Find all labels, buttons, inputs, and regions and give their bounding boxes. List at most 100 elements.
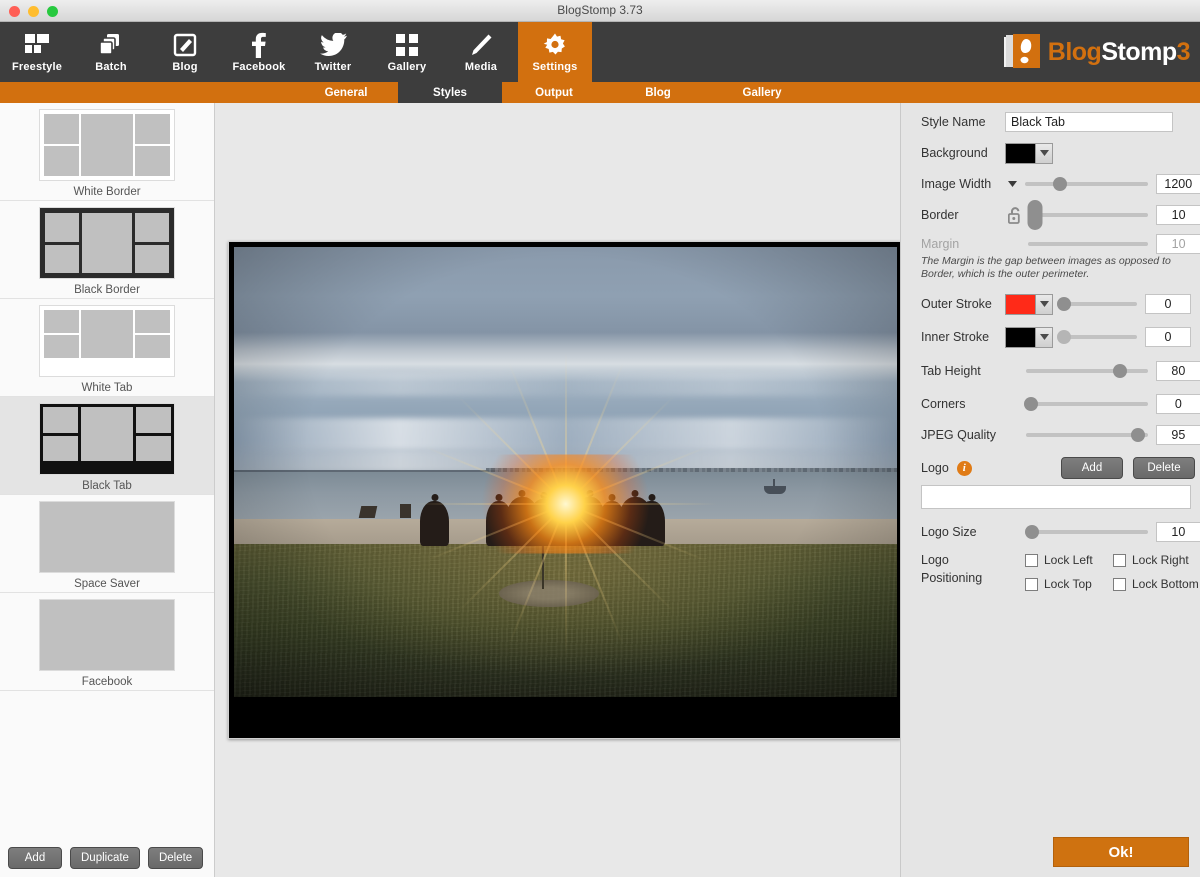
toolbar-item-label: Twitter — [314, 60, 352, 73]
slider-track — [1025, 369, 1148, 373]
logo-positioning-line2: Positioning — [921, 571, 983, 585]
open-padlock-icon[interactable] — [1003, 206, 1028, 225]
jpeg-quality-slider[interactable] — [1025, 428, 1148, 442]
slider-knob[interactable] — [1023, 397, 1038, 411]
toolbar-item-blog[interactable]: Blog — [148, 22, 222, 82]
lock-top-checkbox[interactable]: Lock Top — [1025, 577, 1092, 591]
toolbar-item-label: Blog — [172, 60, 198, 73]
tab-height-label: Tab Height — [921, 364, 981, 378]
preview-photo — [234, 247, 897, 697]
sub-nav-general[interactable]: General — [294, 82, 398, 103]
sub-nav-blog[interactable]: Blog — [606, 82, 710, 103]
logo-add-button[interactable]: Add — [1061, 457, 1123, 479]
sub-navigation: General Styles Output Blog Gallery — [0, 82, 1200, 103]
logo-path-field[interactable] — [921, 485, 1191, 509]
style-item-label: Facebook — [81, 676, 133, 688]
tab-height-slider[interactable] — [1025, 364, 1148, 378]
style-name-row: Style Name — [901, 107, 1200, 137]
slider-knob[interactable] — [1057, 297, 1072, 311]
image-width-preset-dropdown[interactable] — [1004, 181, 1022, 187]
style-preview-frame[interactable] — [228, 241, 901, 739]
image-width-slider[interactable] — [1025, 177, 1148, 191]
sub-nav-styles[interactable]: Styles — [398, 82, 502, 103]
lock-bottom-checkbox[interactable]: Lock Bottom — [1113, 577, 1199, 591]
tab-height-row: Tab Height 80 — [901, 356, 1200, 386]
toolbar-item-label: Batch — [95, 60, 127, 73]
compose-square-icon — [173, 32, 197, 58]
style-item-label: Space Saver — [74, 578, 140, 590]
toolbar-item-freestyle[interactable]: Freestyle — [0, 22, 74, 82]
toolbar-item-batch[interactable]: Batch — [74, 22, 148, 82]
style-item-facebook[interactable]: Facebook — [0, 593, 214, 691]
outer-stroke-value[interactable]: 0 — [1145, 294, 1191, 314]
slider-track — [1061, 302, 1137, 306]
style-item-black-border[interactable]: Black Border — [0, 201, 214, 299]
corners-row: Corners 0 — [901, 389, 1200, 419]
styles-sidebar[interactable]: White Border Black Border White Tab Black T… — [0, 103, 215, 877]
style-actions: Add Duplicate Delete — [8, 847, 204, 869]
inner-stroke-color-picker[interactable] — [1005, 326, 1053, 348]
outer-stroke-slider[interactable] — [1057, 297, 1137, 311]
delete-style-button[interactable]: Delete — [147, 847, 204, 869]
style-thumbnail — [39, 207, 175, 279]
inner-stroke-value[interactable]: 0 — [1145, 327, 1191, 347]
slider-knob[interactable] — [1052, 177, 1067, 191]
logo-size-slider[interactable] — [1024, 525, 1148, 539]
checkbox-box — [1025, 577, 1038, 591]
style-item-label: Black Border — [74, 284, 140, 296]
gear-icon — [543, 32, 567, 58]
logo-delete-button[interactable]: Delete — [1133, 457, 1195, 479]
logo-word-blog: Blog — [1047, 37, 1102, 66]
logo-size-label: Logo Size — [921, 525, 977, 539]
settings-panel: Style Name Background Image Width 12 — [900, 103, 1200, 877]
toolbar-item-twitter[interactable]: Twitter — [296, 22, 370, 82]
logo-row: Logo i Add Delete — [901, 453, 1200, 483]
border-value[interactable]: 10 — [1156, 205, 1200, 225]
corners-value[interactable]: 0 — [1155, 394, 1200, 414]
slider-knob[interactable] — [1130, 428, 1145, 442]
main-toolbar: Freestyle Batch Blog Facebook Twitter Gallery… — [0, 22, 1200, 82]
logo-word-stomp: Stomp — [1101, 37, 1177, 66]
inner-stroke-slider[interactable] — [1057, 330, 1137, 344]
image-width-value[interactable]: 1200 — [1155, 174, 1200, 194]
info-icon[interactable]: i — [956, 460, 972, 476]
lock-right-checkbox[interactable]: Lock Right — [1113, 553, 1189, 567]
inner-stroke-color-swatch — [1006, 327, 1036, 347]
sub-nav-output[interactable]: Output — [502, 82, 606, 103]
toolbar-item-media[interactable]: Media — [444, 22, 518, 82]
outer-stroke-color-swatch — [1006, 294, 1036, 314]
background-color-picker[interactable] — [1005, 142, 1053, 164]
lock-left-checkbox[interactable]: Lock Left — [1025, 553, 1093, 567]
duplicate-style-button[interactable]: Duplicate — [70, 847, 140, 869]
style-name-input[interactable] — [1005, 112, 1173, 132]
title-bar: BlogStomp 3.73 — [0, 0, 1200, 22]
style-item-space-saver[interactable]: Space Saver — [0, 495, 214, 593]
add-style-button[interactable]: Add — [8, 847, 62, 869]
corners-slider[interactable] — [1023, 397, 1148, 411]
jpeg-quality-value[interactable]: 95 — [1155, 425, 1200, 445]
logo-size-value[interactable]: 10 — [1155, 522, 1200, 542]
logo-label-group: Logo i — [901, 460, 972, 476]
toolbar-item-settings[interactable]: Settings — [518, 22, 592, 82]
style-item-white-tab[interactable]: White Tab — [0, 299, 214, 397]
lock-right-label: Lock Right — [1132, 553, 1189, 567]
sub-nav-items: General Styles Output Blog Gallery — [294, 82, 814, 103]
sub-nav-gallery[interactable]: Gallery — [710, 82, 814, 103]
tab-height-value[interactable]: 80 — [1155, 361, 1200, 381]
slider-knob[interactable] — [1112, 364, 1127, 378]
outer-stroke-color-picker[interactable] — [1005, 293, 1053, 315]
style-item-white-border[interactable]: White Border — [0, 103, 214, 201]
slider-knob[interactable] — [1057, 330, 1072, 344]
photo-vignette — [234, 247, 897, 697]
border-slider[interactable] — [1027, 200, 1149, 230]
toolbar-item-facebook[interactable]: Facebook — [222, 22, 296, 82]
app-logo: BlogStomp3 — [1003, 33, 1191, 71]
inner-stroke-row: Inner Stroke 0 — [901, 322, 1200, 352]
style-item-black-tab[interactable]: Black Tab — [0, 397, 214, 495]
style-name-label: Style Name — [921, 115, 986, 129]
ok-button[interactable]: Ok! — [1053, 837, 1189, 867]
toolbar-item-gallery[interactable]: Gallery — [370, 22, 444, 82]
toolbar-item-label: Gallery — [387, 60, 427, 73]
slider-knob[interactable] — [1027, 200, 1043, 230]
slider-knob[interactable] — [1024, 525, 1039, 539]
